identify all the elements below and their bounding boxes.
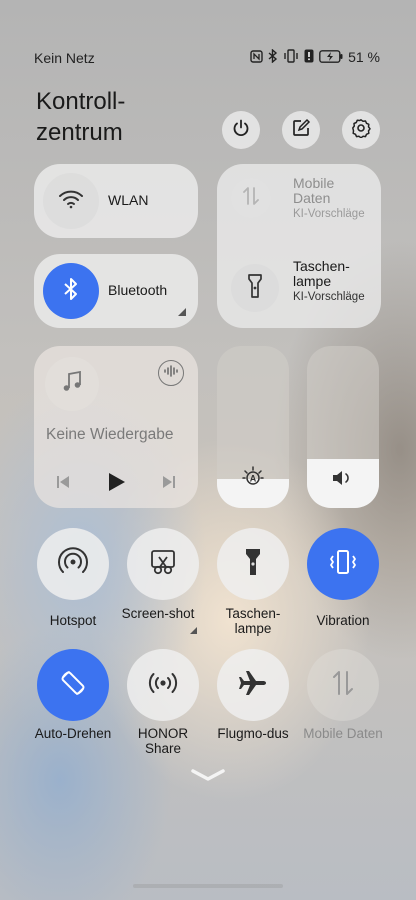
- screenshot-icon: [149, 548, 177, 581]
- battery-percent: 51 %: [348, 49, 380, 65]
- next-button[interactable]: [162, 475, 176, 494]
- wlan-tile[interactable]: WLAN: [34, 164, 198, 238]
- vibration-icon: [328, 549, 358, 580]
- media-tile[interactable]: Keine Wiedergabe: [34, 346, 198, 508]
- home-indicator[interactable]: [133, 884, 283, 888]
- mobile-data-label: Mobile Daten: [303, 726, 383, 741]
- flashlight-tile-toggle[interactable]: [231, 264, 279, 312]
- auto-rotate-toggle[interactable]: [37, 649, 109, 721]
- skip-previous-icon: [56, 476, 70, 493]
- auto-rotate-label: Auto-Drehen: [34, 726, 112, 741]
- power-button[interactable]: [222, 111, 260, 149]
- music-note-icon: [62, 370, 82, 398]
- mobile-data-subtitle: KI-Vorschläge: [293, 208, 365, 220]
- honor-share-icon: [148, 671, 178, 700]
- hotspot-label: Hotspot: [49, 613, 97, 628]
- mobile-data-icon: [242, 186, 260, 211]
- flashlight-icon: [245, 548, 261, 581]
- title-line-1: Kontroll-: [36, 88, 126, 115]
- data-flashlight-tile: Mobile Daten KI-Vorschläge Taschen-lampe…: [217, 164, 381, 328]
- airplane-label: Flugmo-dus: [217, 726, 289, 741]
- flashlight-tile-subtitle: KI-Vorschläge: [293, 291, 365, 303]
- volume-icon: [332, 469, 354, 492]
- mobile-data-icon: [332, 670, 354, 701]
- mobile-data-quick-toggle[interactable]: [307, 649, 379, 721]
- airplane-toggle[interactable]: [217, 649, 289, 721]
- screenshot-label: Screen-shot: [121, 606, 195, 621]
- wlan-label: WLAN: [108, 192, 149, 208]
- hotspot-icon: [58, 546, 88, 582]
- power-icon: [231, 118, 251, 143]
- settings-icon: [351, 118, 371, 143]
- nfc-icon: [250, 49, 263, 65]
- flashlight-toggle[interactable]: [217, 528, 289, 600]
- airplane-icon: [238, 669, 268, 702]
- svg-text:A: A: [250, 474, 257, 484]
- brightness-slider[interactable]: A: [217, 346, 289, 508]
- network-status: Kein Netz: [34, 50, 95, 66]
- vibrate-icon: [283, 49, 299, 65]
- audio-wave-icon: [164, 364, 178, 382]
- mobile-data-title: Mobile Daten: [293, 175, 335, 206]
- battery-icon: [319, 49, 343, 65]
- honor-share-label: HONOR Share: [137, 726, 189, 756]
- bluetooth-icon: [63, 277, 79, 306]
- honor-share-toggle[interactable]: [127, 649, 199, 721]
- flashlight-icon: [248, 273, 262, 303]
- mobile-data-toggle[interactable]: [231, 178, 271, 218]
- bluetooth-tile[interactable]: Bluetooth: [34, 254, 198, 328]
- hotspot-toggle[interactable]: [37, 528, 109, 600]
- screenshot-expand-icon: [190, 627, 197, 634]
- edit-icon: [291, 118, 311, 143]
- vibration-label: Vibration: [316, 613, 370, 628]
- alert-icon: [304, 49, 314, 65]
- volume-slider[interactable]: [307, 346, 379, 508]
- skip-next-icon: [162, 476, 176, 493]
- chevron-down-icon: [191, 769, 225, 786]
- album-art: [45, 357, 99, 411]
- edit-button[interactable]: [282, 111, 320, 149]
- expand-corner-icon: [178, 308, 186, 316]
- auto-rotate-icon: [58, 668, 88, 703]
- previous-button[interactable]: [56, 475, 70, 494]
- audio-output-button[interactable]: [158, 360, 184, 386]
- page-title: Kontroll- zentrum: [36, 86, 156, 148]
- settings-button[interactable]: [342, 111, 380, 149]
- media-status: Keine Wiedergabe: [46, 426, 174, 443]
- vibration-toggle[interactable]: [307, 528, 379, 600]
- flashlight-label: Taschen-lampe: [225, 606, 281, 636]
- wlan-toggle[interactable]: [43, 173, 99, 229]
- bluetooth-icon: [268, 48, 278, 65]
- title-line-2: zentrum: [36, 119, 123, 146]
- status-icons: 51 %: [250, 48, 380, 65]
- bluetooth-label: Bluetooth: [108, 282, 168, 298]
- play-icon: [108, 473, 126, 496]
- auto-brightness-icon: A: [241, 465, 265, 494]
- screenshot-toggle[interactable]: [127, 528, 199, 600]
- wifi-icon: [58, 189, 84, 214]
- bluetooth-toggle[interactable]: [43, 263, 99, 319]
- collapse-button[interactable]: [191, 768, 225, 787]
- play-button[interactable]: [108, 472, 126, 497]
- flashlight-tile-title: Taschen-lampe: [293, 258, 350, 289]
